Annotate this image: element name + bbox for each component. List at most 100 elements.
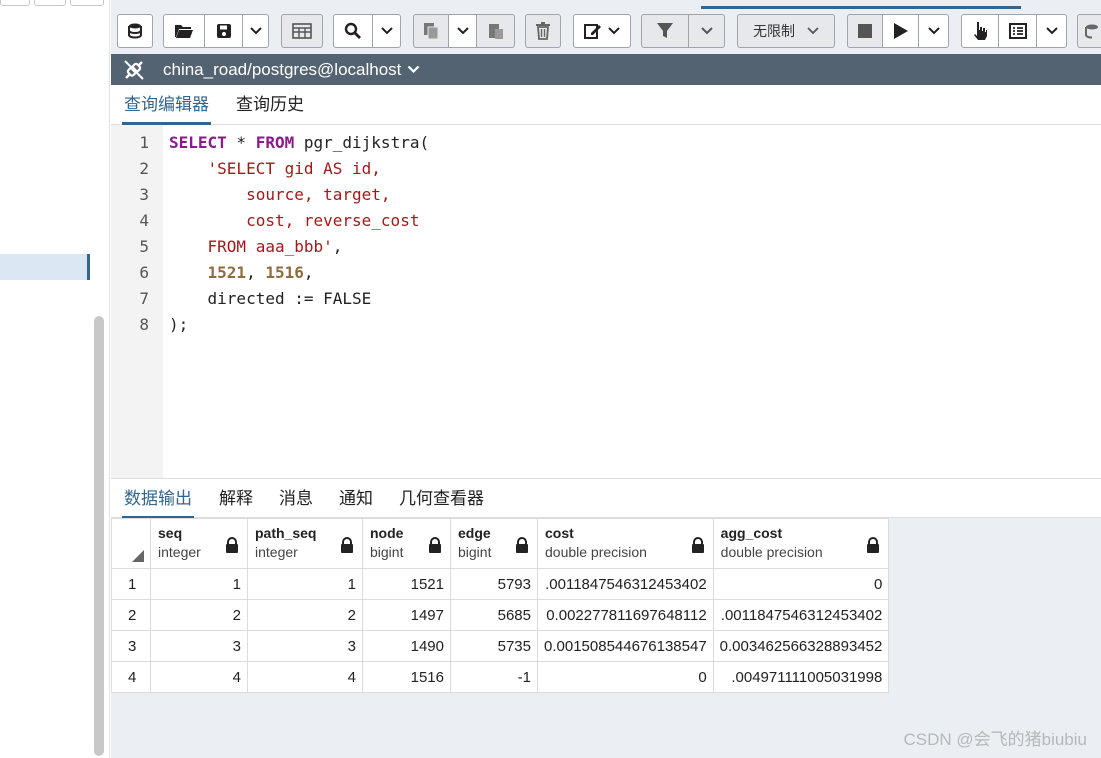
column-header[interactable]: path_seq integer [247,518,363,569]
row-number[interactable]: 2 [111,599,151,631]
cell-path-seq[interactable]: 3 [247,630,363,662]
table-row[interactable]: 1 1 1 1521 5793 .0011847546312453402 0 [111,568,890,600]
cell-cost[interactable]: 0.002277811697648112 [537,599,714,631]
cell-cost[interactable]: 0 [537,661,714,693]
cell-node[interactable]: 1490 [362,630,451,662]
code-line[interactable]: SELECT * FROM pgr_dijkstra( [169,133,429,152]
code-line[interactable]: 'SELECT gid AS id, [169,159,381,178]
code-line[interactable]: FROM aaa_bbb', [169,237,343,256]
line-number: 2 [139,159,149,178]
connection-label[interactable]: china_road/postgres@localhost [163,60,401,80]
tab-geometry-viewer[interactable]: 几何查看器 [397,487,486,519]
table-row[interactable]: 4 4 4 1516 -1 0 .004971111005031998 [111,661,890,693]
code-line[interactable]: ); [169,315,188,334]
copy-button[interactable] [413,14,449,48]
execute-button[interactable] [883,14,919,48]
database-icon [1085,24,1098,39]
tab-data-output[interactable]: 数据输出 [122,487,194,519]
cell-agg-cost[interactable]: 0.003462566328893452 [712,630,890,662]
lock-icon [691,537,704,553]
cell-path-seq[interactable]: 2 [247,599,363,631]
paste-button[interactable] [477,14,515,48]
commit-button[interactable] [1077,14,1101,48]
line-number: 3 [139,185,149,204]
table-row[interactable]: 2 2 2 1497 5685 0.002277811697648112 .00… [111,599,890,631]
panel-button[interactable] [34,0,66,6]
copy-dropdown[interactable] [449,14,477,48]
column-header[interactable]: cost double precision [537,518,714,569]
tab-query-editor[interactable]: 查询编辑器 [122,93,211,125]
explain-dropdown[interactable] [1037,14,1067,48]
row-number[interactable]: 1 [111,568,151,600]
cell-seq[interactable]: 1 [150,568,248,600]
table-row[interactable]: 3 3 3 1490 5735 0.001508544676138547 0.0… [111,630,890,662]
panel-button[interactable] [70,0,104,6]
tab-query-history[interactable]: 查询历史 [234,93,306,125]
row-number[interactable]: 3 [111,630,151,662]
query-toolbar: 无限制 [111,0,1101,54]
database-button[interactable] [117,14,153,48]
cell-node[interactable]: 1516 [362,661,451,693]
row-number[interactable]: 4 [111,661,151,693]
cell-node[interactable]: 1497 [362,599,451,631]
cell-path-seq[interactable]: 1 [247,568,363,600]
tab-messages[interactable]: 消息 [277,487,315,519]
code-line[interactable]: source, target, [169,185,391,204]
tab-explain[interactable]: 解释 [217,487,255,519]
save-dropdown[interactable] [243,14,269,48]
find-button[interactable] [333,14,373,48]
save-icon [216,24,231,38]
cell-edge[interactable]: -1 [450,661,538,693]
scrollbar[interactable] [94,316,104,756]
panel-button[interactable] [0,0,30,6]
chevron-down-icon [608,27,620,35]
column-header[interactable]: edge bigint [450,518,538,569]
connection-status[interactable] [111,54,157,85]
explain-button[interactable] [961,14,999,48]
cell-seq[interactable]: 2 [150,599,248,631]
code-line[interactable]: cost, reverse_cost [169,211,419,230]
cell-agg-cost[interactable]: .0011847546312453402 [712,599,890,631]
sql-editor[interactable]: 1 2 3 4 5 6 7 8 SELECT * FROM pgr_dijkstra( 'SE… [111,125,1101,478]
cell-path-seq[interactable]: 4 [247,661,363,693]
cell-seq[interactable]: 3 [150,630,248,662]
cell-node[interactable]: 1521 [362,568,451,600]
filter-button[interactable] [641,14,689,48]
column-header[interactable]: seq integer [150,518,248,569]
filter-dropdown[interactable] [689,14,725,48]
save-button[interactable] [205,14,243,48]
tab-notifications[interactable]: 通知 [337,487,375,519]
code-token: pgr_dijkstra( [294,133,430,152]
code-line[interactable]: directed := FALSE [169,289,372,308]
execute-dropdown[interactable] [919,14,949,48]
open-file-button[interactable] [163,14,205,48]
cell-agg-cost[interactable]: .004971111005031998 [712,661,890,693]
plug-icon [124,59,144,80]
stop-button[interactable] [847,14,883,48]
code-line[interactable]: 1521, 1516, [169,263,314,282]
line-number: 6 [139,263,149,282]
cell-cost[interactable]: .0011847546312453402 [537,568,714,600]
column-header[interactable]: node bigint [362,518,451,569]
cell-seq[interactable]: 4 [150,661,248,693]
browser-panel [0,0,110,758]
edit-data-button[interactable] [281,14,323,48]
find-dropdown[interactable] [373,14,401,48]
tree-item-selected[interactable] [0,254,90,280]
chevron-down-icon [380,27,393,35]
edit-menu-button[interactable] [573,14,631,48]
cell-edge[interactable]: 5793 [450,568,538,600]
select-all-cell[interactable] [111,518,151,569]
limit-select[interactable]: 无限制 [737,14,835,48]
delete-button[interactable] [525,14,561,48]
code-token: cost, reverse_cost [246,211,420,230]
chevron-down-icon[interactable] [407,65,420,74]
cell-cost[interactable]: 0.001508544676138547 [537,630,714,662]
cell-agg-cost[interactable]: 0 [712,568,890,600]
cell-edge[interactable]: 5735 [450,630,538,662]
column-header[interactable]: agg_cost double precision [712,518,890,569]
cell-edge[interactable]: 5685 [450,599,538,631]
explain-analyze-button[interactable] [999,14,1037,48]
